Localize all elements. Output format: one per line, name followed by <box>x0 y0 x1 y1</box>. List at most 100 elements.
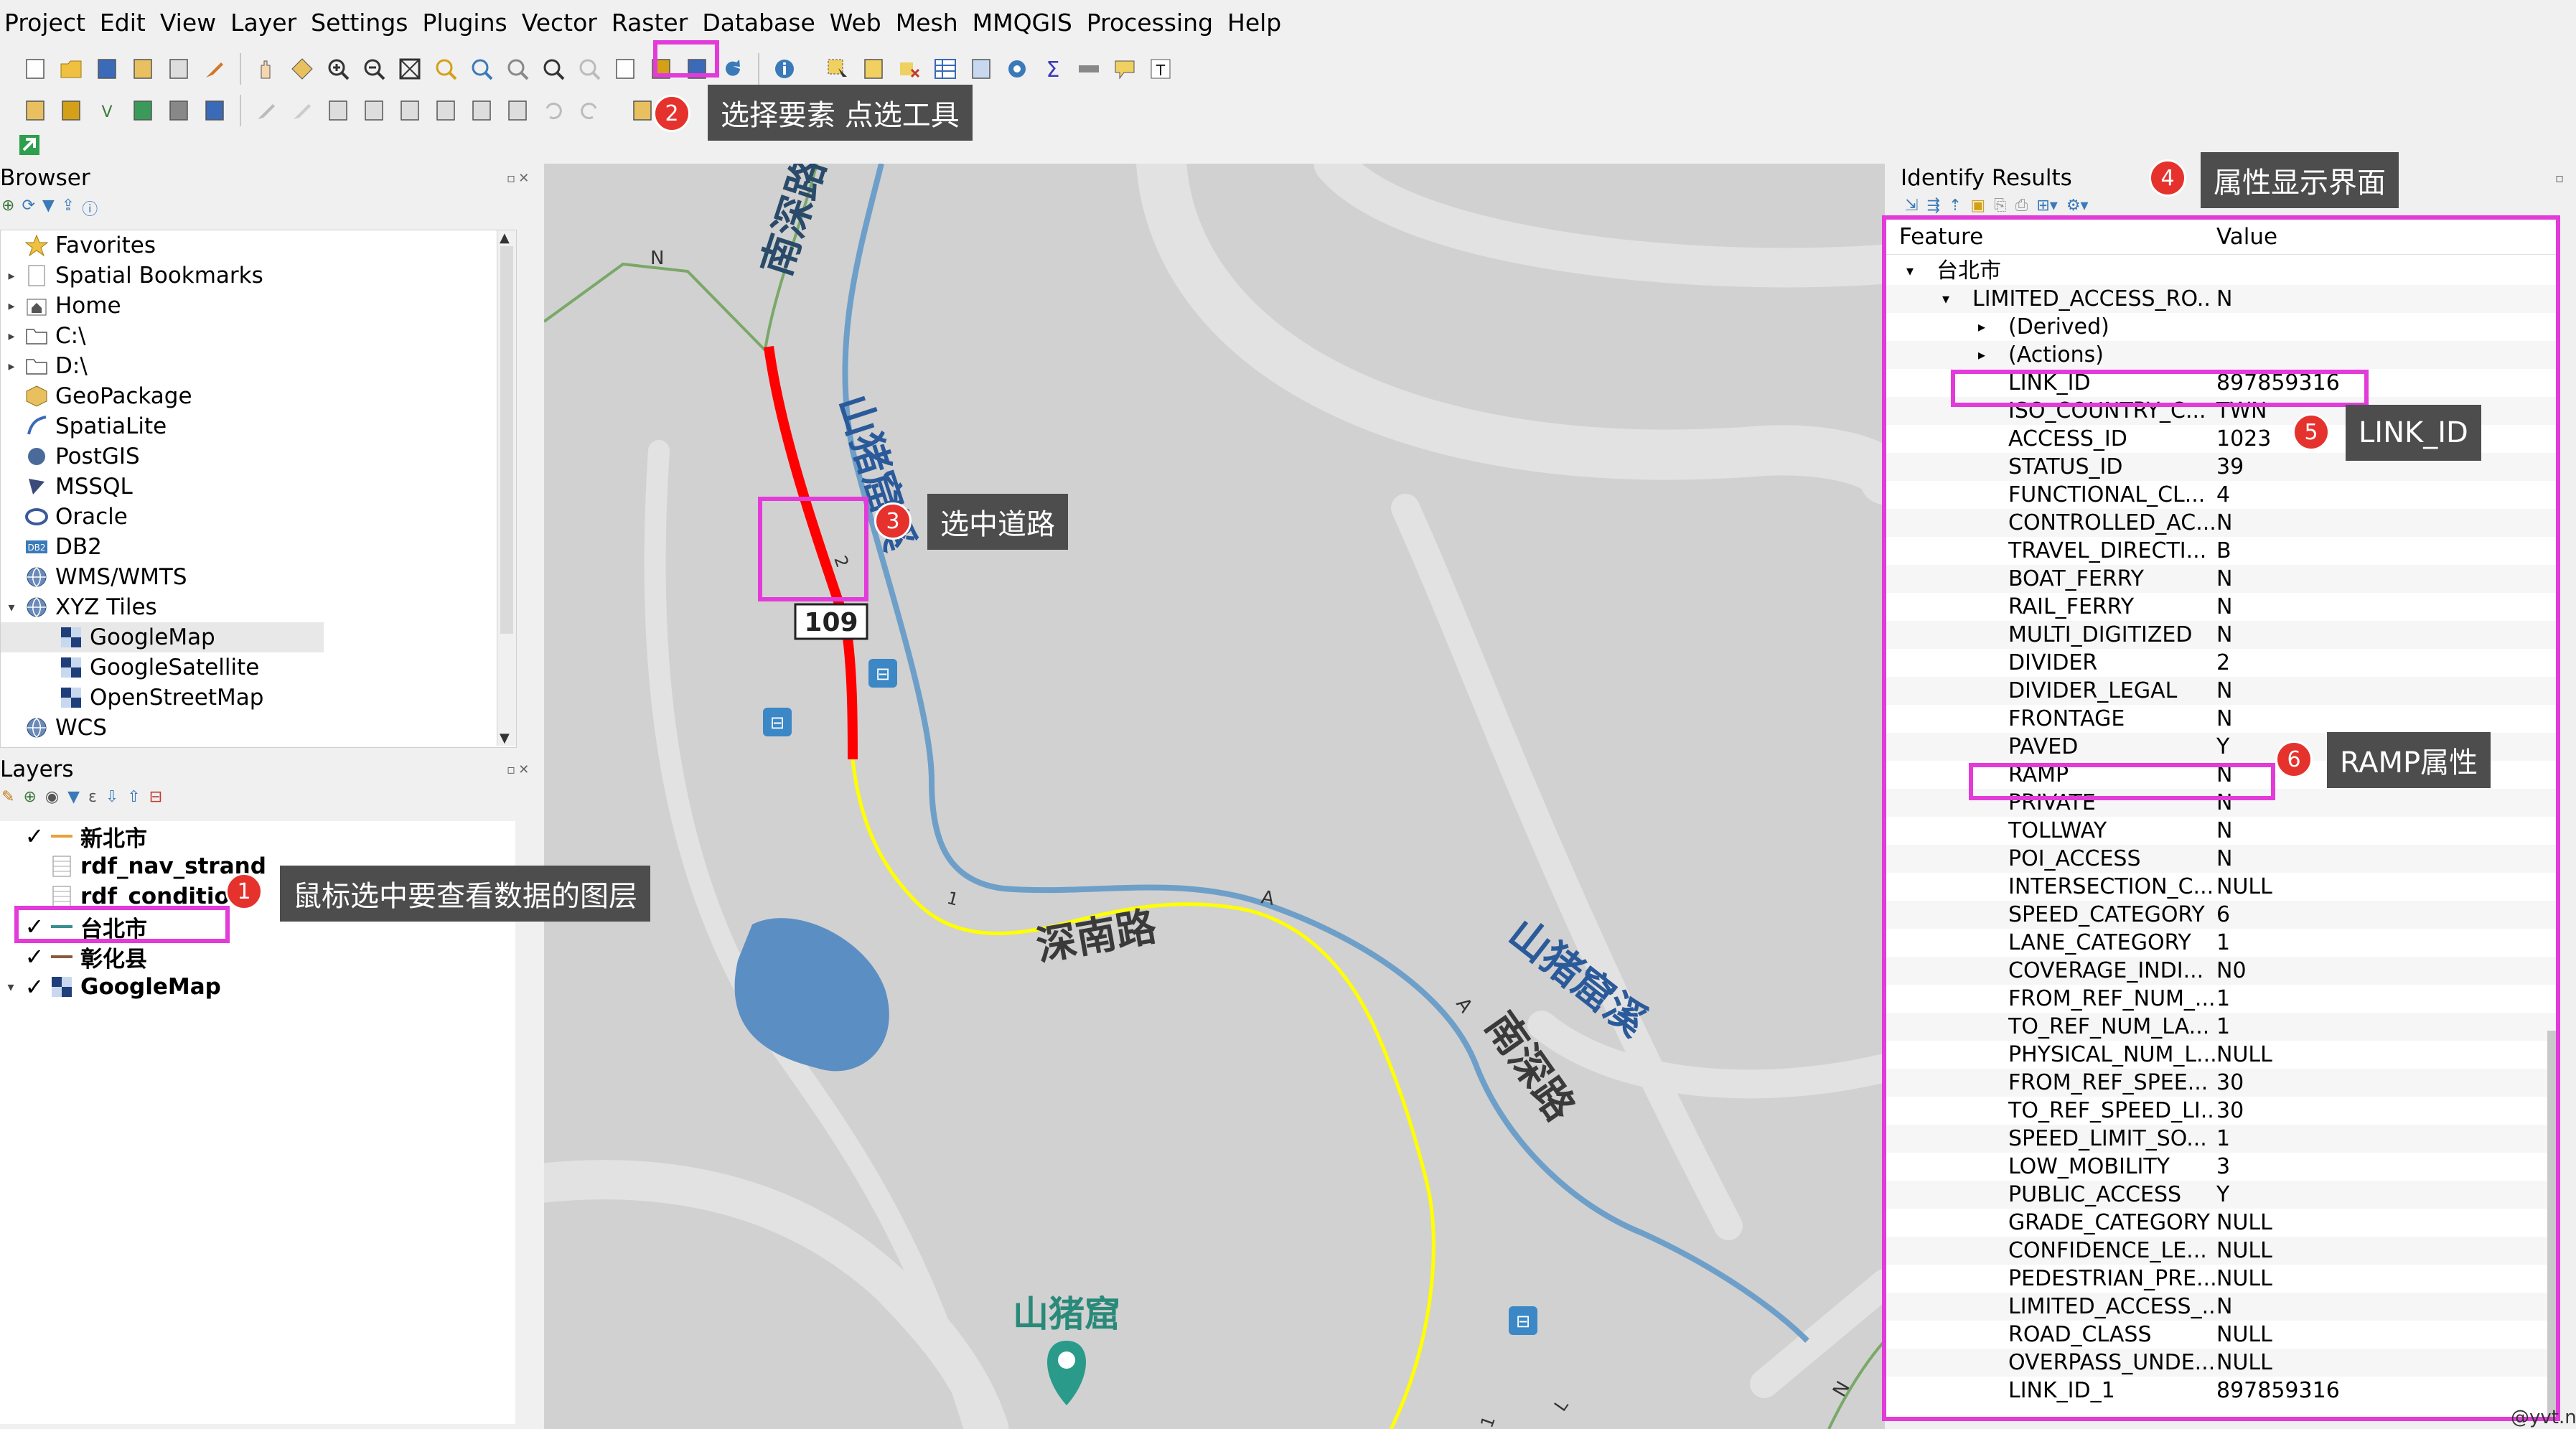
identify-attribute-row[interactable]: LINK_ID_1 897859316 <box>1886 1377 2556 1405</box>
identify-attribute-row[interactable]: POI_ACCESS N <box>1886 845 2556 873</box>
menu-help[interactable]: Help <box>1220 0 1288 46</box>
menu-web[interactable]: Web <box>823 0 889 46</box>
identify-features-icon[interactable]: i <box>771 55 798 83</box>
browser-dock-buttons[interactable]: ▫✕ <box>507 171 532 186</box>
processing-toolbox-icon[interactable] <box>1003 55 1031 83</box>
expand-arrow-icon[interactable]: ▸ <box>1978 313 1985 341</box>
browser-scrollbar[interactable]: ▲ ▼ <box>497 230 516 746</box>
expand-all-icon[interactable]: ⇩ <box>106 788 118 806</box>
identify-attribute-row[interactable]: TOLLWAY N <box>1886 817 2556 845</box>
undo-icon[interactable] <box>540 97 567 124</box>
collapse-all-icon[interactable]: ⇧ <box>127 788 140 806</box>
delete-selected-icon[interactable] <box>396 97 423 124</box>
identify-mode-icon[interactable]: ⊞▾ <box>2036 197 2057 215</box>
menu-database[interactable]: Database <box>695 0 822 46</box>
browser-item-googlesatellite[interactable]: GoogleSatellite <box>1 652 516 683</box>
identify-dock-buttons[interactable]: ▫ <box>2555 171 2567 186</box>
refresh-icon[interactable] <box>719 55 746 83</box>
filter-icon[interactable]: ▼ <box>42 197 55 220</box>
browser-item-home[interactable]: ▸ Home <box>1 291 516 321</box>
expand-arrow-icon[interactable]: ▸ <box>1 359 22 374</box>
identify-attribute-row[interactable]: BOAT_FERRY N <box>1886 565 2556 593</box>
save-project-icon[interactable] <box>93 55 121 83</box>
style-manager-icon[interactable]: ✎ <box>1 788 14 806</box>
data-source-manager-icon[interactable] <box>22 97 49 124</box>
vertex-tool-icon[interactable] <box>360 97 388 124</box>
browser-item-xyz-tiles[interactable]: ▾ XYZ Tiles <box>1 592 516 622</box>
expand-arrow-icon[interactable]: ▸ <box>1 268 22 284</box>
identify-attribute-row[interactable]: OVERPASS_UNDE... NULL <box>1886 1349 2556 1377</box>
menu-settings[interactable]: Settings <box>304 0 415 46</box>
menu-processing[interactable]: Processing <box>1079 0 1220 46</box>
identify-attribute-row[interactable]: LANE_CATEGORY 1 <box>1886 929 2556 957</box>
pan-to-selection-icon[interactable] <box>289 55 316 83</box>
map-canvas[interactable]: ⊟ ⊟ ⊟ 109 南深路 山猪窟溪 深南路 山猪窟溪 南深路 山猪窟 N N … <box>544 164 1885 1429</box>
browser-item-db2[interactable]: DB2 DB2 <box>1 532 516 562</box>
save-as-icon[interactable] <box>129 55 156 83</box>
identify-attribute-row[interactable]: COVERAGE_INDI... N0 <box>1886 957 2556 985</box>
statistics-icon[interactable]: Σ <box>1039 55 1067 83</box>
identify-actions-row[interactable]: ▸ (Actions) <box>1886 341 2556 369</box>
browser-item-openstreetmap[interactable]: OpenStreetMap <box>1 683 516 713</box>
identify-attribute-row[interactable]: RAIL_FERRY N <box>1886 593 2556 621</box>
filter-legend-icon[interactable]: ▼ <box>67 788 80 806</box>
identify-attribute-row[interactable]: FROM_REF_SPEE... 30 <box>1886 1069 2556 1097</box>
expand-arrow-icon[interactable]: ▾ <box>1942 285 1949 313</box>
field-calculator-icon[interactable] <box>968 55 995 83</box>
identify-attribute-row[interactable]: TO_REF_SPEED_LI... 30 <box>1886 1097 2556 1125</box>
menu-view[interactable]: View <box>153 0 223 46</box>
attribute-table-icon[interactable] <box>932 55 959 83</box>
expand-arrow-icon[interactable]: ▾ <box>1906 257 1914 285</box>
remove-layer-icon[interactable]: ⊟ <box>149 788 162 806</box>
expand-tree-icon[interactable]: ⇶ <box>1926 197 1939 215</box>
menu-project[interactable]: Project <box>0 0 93 46</box>
menu-layer[interactable]: Layer <box>223 0 304 46</box>
zoom-out-icon[interactable] <box>360 55 388 83</box>
collapse-icon[interactable]: ⇪ <box>62 197 75 220</box>
identify-attribute-row[interactable]: GRADE_CATEGORY NULL <box>1886 1209 2556 1237</box>
identify-scrollbar[interactable] <box>2547 1031 2556 1417</box>
identify-attribute-row[interactable]: PHYSICAL_NUM_L... NULL <box>1886 1041 2556 1069</box>
zoom-last-icon[interactable] <box>540 55 567 83</box>
identify-attribute-row[interactable]: MULTI_DIGITIZED N <box>1886 621 2556 649</box>
browser-item-wcs[interactable]: WCS <box>1 713 516 743</box>
browser-item-mssql[interactable]: MSSQL <box>1 472 516 502</box>
label-tool-icon[interactable] <box>629 97 656 124</box>
identify-attribute-row[interactable]: SPEED_CATEGORY 6 <box>1886 901 2556 929</box>
copy-features-icon[interactable] <box>468 97 495 124</box>
identify-attribute-row[interactable]: ROAD_CLASS NULL <box>1886 1321 2556 1349</box>
identify-attribute-row[interactable]: FUNCTIONAL_CL... 4 <box>1886 481 2556 509</box>
identify-attribute-row[interactable]: LOW_MOBILITY 3 <box>1886 1153 2556 1181</box>
layer-item[interactable]: ✓ 新北市 <box>0 821 515 852</box>
select-features-icon[interactable]: ▣ <box>1970 197 1985 215</box>
checkbox-checked-icon[interactable]: ✓ <box>22 973 47 1001</box>
identify-attribute-row[interactable]: SPEED_LIMIT_SO... 1 <box>1886 1125 2556 1153</box>
identify-attribute-row[interactable]: PUBLIC_ACCESS Y <box>1886 1181 2556 1209</box>
layer-item[interactable]: ✓ 彰化县 <box>0 942 515 973</box>
browser-item-wms-wmts[interactable]: WMS/WMTS <box>1 562 516 592</box>
identify-attribute-row[interactable]: INTERSECTION_C... NULL <box>1886 873 2556 901</box>
settings-icon[interactable]: ⚙▾ <box>2066 197 2089 215</box>
toggle-editing-icon[interactable] <box>289 97 316 124</box>
zoom-layer-icon[interactable] <box>468 55 495 83</box>
collapse-tree-icon[interactable]: ⇡ <box>1949 197 1962 215</box>
refresh-icon[interactable]: ⟳ <box>22 197 34 220</box>
new-geopackage-icon[interactable] <box>57 97 85 124</box>
expand-arrow-icon[interactable]: ▸ <box>1978 341 1985 369</box>
zoom-next-icon[interactable] <box>576 55 603 83</box>
browser-item-googlemap[interactable]: GoogleMap <box>1 622 324 652</box>
browser-item-oracle[interactable]: Oracle <box>1 502 516 532</box>
layer-item[interactable]: ▾ ✓ GoogleMap <box>0 972 515 1002</box>
menu-plugins[interactable]: Plugins <box>416 0 515 46</box>
cut-features-icon[interactable] <box>432 97 459 124</box>
new-map-view-icon[interactable] <box>612 55 639 83</box>
print-layout-icon[interactable] <box>165 55 192 83</box>
plugin-icon[interactable] <box>16 131 43 159</box>
add-group-icon[interactable]: ⊕ <box>23 788 36 806</box>
identify-attribute-row[interactable]: CONTROLLED_AC... N <box>1886 509 2556 537</box>
expand-arrow-icon[interactable]: ▾ <box>0 980 22 995</box>
copy-icon[interactable]: ⎘ <box>1994 197 2007 215</box>
add-feature-icon[interactable] <box>324 97 352 124</box>
measure-icon[interactable] <box>1075 55 1102 83</box>
zoom-selection-icon[interactable] <box>432 55 459 83</box>
